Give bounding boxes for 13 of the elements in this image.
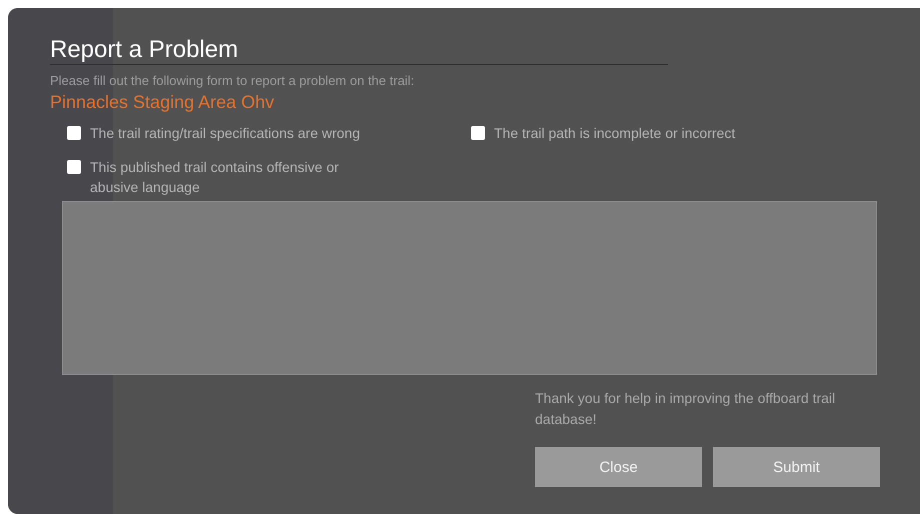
trail-name: Pinnacles Staging Area Ohv — [50, 92, 276, 113]
checkbox-label: The trail path is incomplete or incorrect — [494, 124, 736, 143]
checkbox[interactable] — [67, 126, 81, 140]
checkbox[interactable] — [67, 160, 81, 174]
thanks-text: Thank you for help in improving the offboard trail database! — [535, 389, 836, 429]
checkbox[interactable] — [471, 126, 485, 140]
checkbox-label: The trail rating/trail specifications are wrong — [90, 124, 362, 143]
close-button[interactable]: Close — [535, 447, 702, 487]
comment-field[interactable] — [62, 201, 877, 375]
submit-button[interactable]: Submit — [713, 447, 880, 487]
checkbox-label: This published trail contains offensive or abusive language — [90, 158, 340, 197]
dialog-title: Report a Problem — [50, 36, 238, 64]
intro-text: Please fill out the following form to report a problem on the trail: — [50, 73, 416, 88]
